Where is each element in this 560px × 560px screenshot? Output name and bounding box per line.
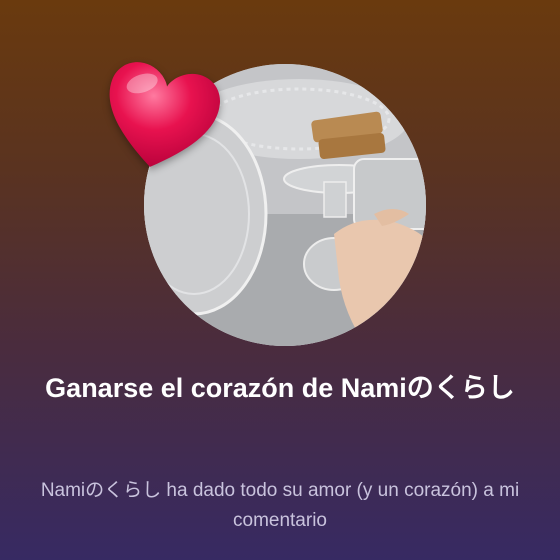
notification-title: Ganarse el corazón de Namiのくらし	[45, 373, 515, 403]
notification-message: Namiのくらし ha dado todo su amor (y un cora…	[40, 480, 520, 531]
heart-icon	[96, 50, 226, 180]
